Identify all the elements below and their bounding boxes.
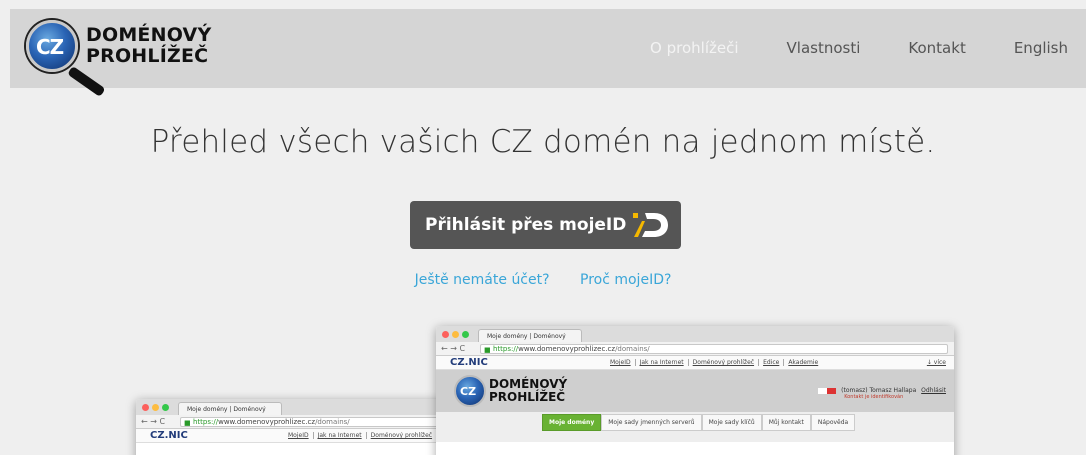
no-account-link[interactable]: Ještě nemáte účet? [415,272,550,288]
site-links: MojeID Jak na Internet Doménový prohlížeč E… [610,359,826,366]
subtab-nameserver-sets: Moje sady jmenných serverů [601,414,702,431]
mini-logo-line2: PROHLÍŽEČ [489,390,566,404]
browser-mockup-back: Moje domény | Doménový ← → C ■ https://w… [136,399,456,455]
url-field: ■ https://www.domenovyprohlizec.cz/domai… [180,417,450,427]
address-bar: ← → C ■ https://www.domenovyprohlizec.cz… [436,342,954,356]
subtab-my-contact: Můj kontakt [761,414,811,431]
site-link: MojeID [288,432,314,439]
mojeid-logo-icon [633,213,668,237]
site-bar: CZ.NIC MojeID Jak na Internet Doménový pro… [436,356,954,370]
url-path: /domains/ [315,418,350,426]
nav-item-english[interactable]: English [1014,39,1068,57]
site-link: Akademie [788,359,819,366]
user-info: (tomasz) Tomasz Hallapa Odhlásit Kontakt… [818,387,946,400]
language-flags-icon [818,387,837,394]
minimize-dot-icon [452,331,459,338]
url-host: www.domenovyprohlizec.cz [218,418,316,426]
logout-link: Odhlásit [921,387,946,394]
url-scheme: https:// [193,418,219,426]
site-link: Edice [763,359,785,366]
inner-subtabs: Moje domény Moje sady jmenných serverů M… [542,414,856,431]
inner-site-header: CZ DOMÉNOVÝ PROHLÍŽEČ (tomasz) Tomasz Ha… [436,370,954,412]
hero-title: Přehled všech vašich CZ domén na jednom … [150,124,936,160]
nav-item-features[interactable]: Vlastnosti [787,39,861,57]
maximize-dot-icon [162,404,169,411]
nav-item-about[interactable]: O prohlížeči [650,39,738,57]
logo[interactable]: CZ DOMÉNOVÝ PROHLÍŽEČ [26,13,246,98]
browser-tab: Moje domény | Doménový [478,329,582,342]
site-link: MojeID [610,359,636,366]
url-field: ■ https://www.domenovyprohlizec.cz/domai… [480,344,948,354]
site-bar: CZ.NIC MojeID Jak na Internet Doménový pro… [136,429,456,443]
main-nav: O prohlížeči Vlastnosti Kontakt English [602,39,1068,57]
login-button-label: Přihlásit přes mojeID [425,215,627,235]
site-link: Jak na Internet [317,432,367,439]
cz-magnifier-icon: CZ [26,20,78,72]
mini-logo-line1: DOMÉNOVÝ [489,377,568,391]
browser-mockup-front: Moje domény | Doménový ← → C ■ https://w… [436,326,954,455]
inner-site-body: Moje domény Moje sady jmenných serverů M… [436,412,954,442]
subtab-help: Nápověda [810,414,856,431]
close-dot-icon [142,404,149,411]
maximize-dot-icon [462,331,469,338]
cznic-logo: CZ.NIC [450,357,488,368]
logo-badge-text: CZ [36,35,64,59]
user-status: Kontakt je identifikován [844,394,904,400]
magnifier-handle [67,65,106,98]
site-link: Jak na Internet [639,359,689,366]
logo-text-line1: DOMÉNOVÝ [86,24,212,46]
address-bar: ← → C ■ https://www.domenovyprohlizec.cz… [136,415,456,429]
header-bar: CZ DOMÉNOVÝ PROHLÍŽEČ O prohlížeči Vlast… [10,9,1086,98]
mini-magnifier-icon: CZ [454,375,486,407]
mini-badge-text: CZ [460,385,477,398]
cznic-logo: CZ.NIC [150,430,188,441]
user-name: (tomasz) Tomasz Hallapa [841,387,917,394]
nav-arrows-icon: ← → C [441,344,466,353]
site-link: Doménový prohlížeč [370,432,433,439]
minimize-dot-icon [152,404,159,411]
browser-tabstrip: Moje domény | Doménový [436,326,954,342]
browser-tab: Moje domény | Doménový [178,402,282,415]
more-link: ↓ více [926,359,946,366]
subtab-key-sets: Moje sady klíčů [701,414,762,431]
login-mojeid-button[interactable]: Přihlásit přes mojeID [410,201,681,249]
logo-text-line2: PROHLÍŽEČ [86,45,209,67]
site-links: MojeID Jak na Internet Doménový prohlížeč [288,432,440,439]
url-path: /domains/ [615,345,650,353]
subtab-my-domains: Moje domény [542,414,602,431]
url-host: www.domenovyprohlizec.cz [518,345,616,353]
close-dot-icon [442,331,449,338]
lock-icon: ■ [184,419,191,427]
hero-links: Ještě nemáte účet? Proč mojeID? [0,272,1086,288]
url-scheme: https:// [493,345,519,353]
site-link: Doménový prohlížeč [692,359,760,366]
why-mojeid-link[interactable]: Proč mojeID? [580,272,671,288]
browser-tabstrip: Moje domény | Doménový [136,399,456,415]
lock-icon: ■ [484,346,491,354]
nav-item-contact[interactable]: Kontakt [908,39,965,57]
nav-arrows-icon: ← → C [141,417,166,426]
